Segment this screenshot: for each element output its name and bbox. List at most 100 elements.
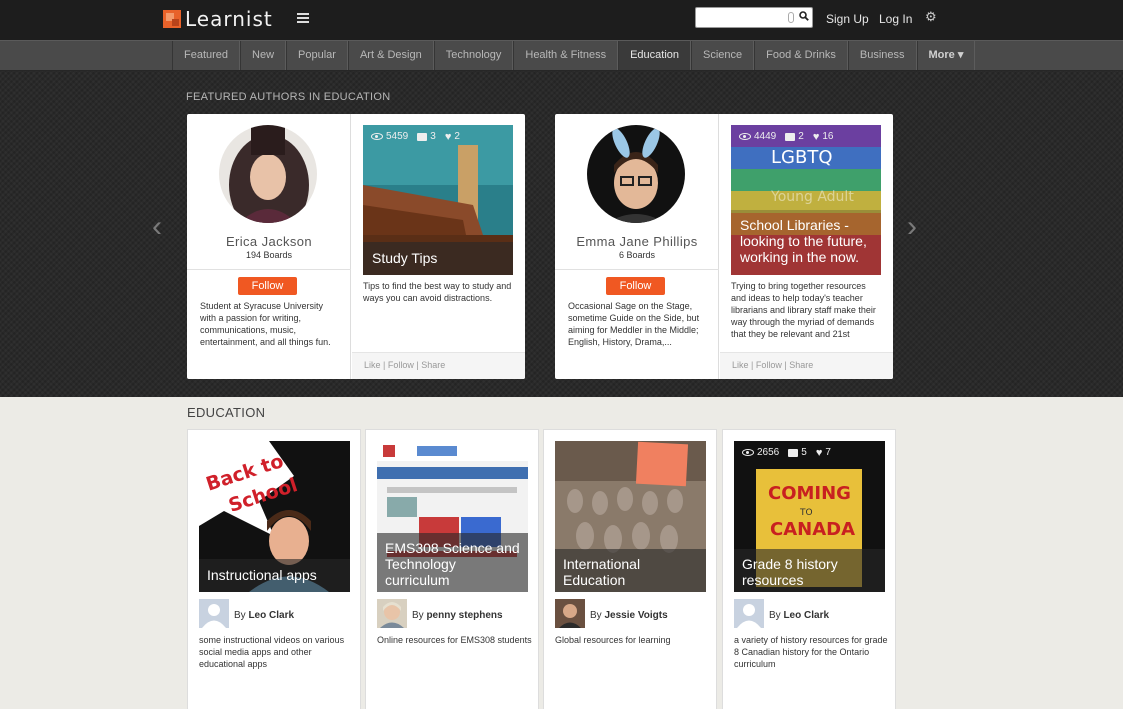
svg-text:Young Adult: Young Adult [770,189,854,205]
nav-item-more[interactable]: More ▾ [916,41,976,70]
likes-count: 7 [825,447,831,458]
carousel-prev-arrow-icon[interactable]: ‹ [152,212,162,242]
comments-icon [785,132,796,141]
author-name-link[interactable]: Leo Clark [248,610,294,621]
nav-item-health-fitness[interactable]: Health & Fitness [513,41,619,70]
board-actions: Like | Follow | Share [720,352,893,379]
board-title[interactable]: EMS308 Science and Technology curriculum [377,533,528,592]
nav-item-science[interactable]: Science [691,41,755,70]
microphone-icon[interactable] [788,12,794,23]
category-nav: Featured New Popular Art & Design Techno… [172,41,976,70]
nav-item-featured[interactable]: Featured [172,41,241,70]
author-name[interactable]: Erica Jackson [187,234,351,249]
board-card: COMING TO CANADA 2656 5 ♥ 7 Grade 8 hist… [722,429,896,709]
nav-item-new[interactable]: New [240,41,287,70]
nav-item-business[interactable]: Business [847,41,917,70]
board-description: Trying to bring together resources and i… [731,281,876,339]
logo-text: Learnist [185,7,273,31]
board-stats: 5459 3 ♥ 2 [371,131,460,142]
like-link[interactable]: Like [732,360,749,370]
svg-text:LGBTQ: LGBTQ [771,147,833,168]
author-avatar[interactable] [734,599,764,628]
board-title[interactable]: International Education [555,549,706,592]
author-name-link[interactable]: penny stephens [426,610,502,621]
search-icon[interactable] [799,11,809,21]
author-boards-count: 6 Boards [618,250,656,260]
board-thumbnail[interactable]: International Education [555,441,706,592]
board-author-line: By penny stephens [412,610,503,621]
comments-icon [788,448,799,457]
share-link[interactable]: Share [789,360,813,370]
board-title[interactable]: Grade 8 history resources [734,549,885,592]
carousel-next-arrow-icon[interactable]: › [907,212,917,242]
svg-text:CANADA: CANADA [770,519,855,540]
log-in-link[interactable]: Log In [879,12,912,26]
board-thumbnail[interactable]: Back to School Instructional apps [199,441,350,592]
follow-button[interactable]: Follow [606,277,665,295]
likes-count: 2 [454,131,460,142]
board-stats: 4449 2 ♥ 16 [739,131,833,142]
board-description: some instructional videos on various soc… [199,635,345,669]
nav-item-food-drinks[interactable]: Food & Drinks [754,41,848,70]
divider [187,269,351,270]
nav-item-education[interactable]: Education [618,41,692,70]
author-panel: Erica Jackson 194 Boards Follow Student … [187,114,351,379]
like-link[interactable]: Like [364,360,381,370]
nav-item-popular[interactable]: Popular [286,41,348,70]
sign-up-link[interactable]: Sign Up [826,12,869,26]
board-card: International Education By Jessie Voigts… [543,429,717,709]
board-thumbnail[interactable]: EMS308 Science and Technology curriculum [377,441,528,592]
views-count: 5459 [386,131,409,142]
search-box [695,7,813,28]
board-author-line: By Leo Clark [234,610,295,621]
follow-link[interactable]: Follow [388,360,414,370]
menu-icon[interactable] [297,12,309,24]
author-name[interactable]: Emma Jane Phillips [555,234,719,249]
nav-item-technology[interactable]: Technology [433,41,514,70]
author-avatar[interactable] [377,599,407,628]
heart-icon: ♥ [815,446,823,459]
author-panel: Emma Jane Phillips 6 Boards Follow Occas… [555,114,719,379]
logo-icon [163,10,181,28]
author-avatar[interactable] [587,125,685,223]
views-count: 4449 [754,131,777,142]
board-thumbnail[interactable]: 5459 3 ♥ 2 Study Tips [363,125,513,275]
author-bio: Student at Syracuse University with a pa… [200,301,331,347]
board-author-line: By Jessie Voigts [590,610,668,621]
category-nav-bar: Featured New Popular Art & Design Techno… [0,40,1123,71]
comments-count: 2 [798,131,804,142]
board-description: Tips to find the best way to study and w… [363,281,512,303]
board-thumbnail[interactable]: COMING TO CANADA 2656 5 ♥ 7 Grade 8 hist… [734,441,885,592]
author-avatar[interactable] [219,125,317,223]
follow-link[interactable]: Follow [756,360,782,370]
comments-count: 5 [801,447,807,458]
author-name-link[interactable]: Leo Clark [783,610,829,621]
board-thumbnail[interactable]: LGBTQ Young Adult 4449 2 ♥ 16 School Lib… [731,125,881,275]
comments-icon [417,132,428,141]
svg-text:TO: TO [799,508,813,518]
board-actions: Like | Follow | Share [352,352,525,379]
views-icon [739,133,751,140]
author-avatar[interactable] [555,599,585,628]
nav-item-art-design[interactable]: Art & Design [347,41,434,70]
board-description: Global resources for learning [555,635,671,645]
featured-board: LGBTQ Young Adult 4449 2 ♥ 16 School Lib… [720,114,893,379]
board-description: Online resources for EMS308 students [377,635,532,645]
featured-author-card: Emma Jane Phillips 6 Boards Follow Occas… [555,114,893,379]
follow-button[interactable]: Follow [238,277,297,295]
board-title[interactable]: Instructional apps [199,559,350,592]
author-name-link[interactable]: Jessie Voigts [604,610,667,621]
board-title[interactable]: School Libraries - looking to the future… [731,210,881,275]
author-avatar[interactable] [199,599,229,628]
views-count: 2656 [757,447,780,458]
views-icon [371,133,383,140]
search-input[interactable] [696,8,784,28]
learnist-logo[interactable]: Learnist [163,7,273,31]
board-title[interactable]: Study Tips [363,242,513,275]
gear-icon[interactable]: ⚙ [925,10,937,23]
share-link[interactable]: Share [421,360,445,370]
comments-count: 3 [430,131,436,142]
board-card: Back to School Instructional apps By Leo… [187,429,361,709]
heart-icon: ♥ [444,130,452,143]
board-card: EMS308 Science and Technology curriculum… [365,429,539,709]
